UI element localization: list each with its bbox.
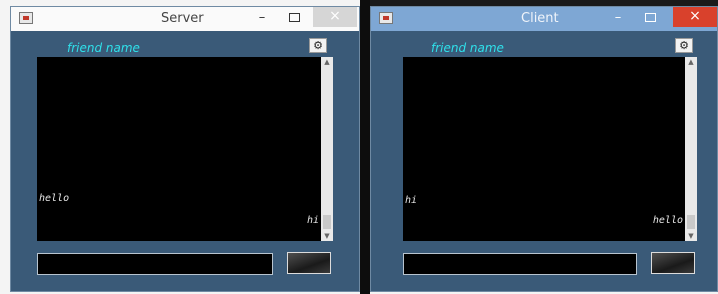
app-icon xyxy=(379,12,393,24)
incoming-message: hello xyxy=(39,193,70,204)
friend-name-label: friend name xyxy=(431,41,504,55)
window-gap xyxy=(360,0,370,294)
incoming-message: hi xyxy=(405,195,418,206)
scroll-up-arrow-icon[interactable]: ▲ xyxy=(685,57,697,67)
window-title: Server xyxy=(161,11,204,26)
scroll-up-arrow-icon[interactable]: ▲ xyxy=(321,57,333,67)
friend-name-label: friend name xyxy=(67,41,140,55)
minimize-button[interactable]: – xyxy=(251,7,273,31)
close-button[interactable]: × xyxy=(673,7,717,27)
scroll-down-arrow-icon[interactable]: ▼ xyxy=(685,231,697,241)
close-button[interactable]: × xyxy=(313,7,357,27)
server-titlebar[interactable]: Server – × xyxy=(11,7,359,31)
message-input[interactable] xyxy=(37,253,273,275)
gear-icon[interactable]: ⚙ xyxy=(309,38,327,53)
window-title: Client xyxy=(521,11,559,26)
outgoing-message: hi xyxy=(306,215,319,226)
server-window: Server – × friend name ⚙ hello hi ▲ ▼ xyxy=(10,6,360,292)
scroll-thumb[interactable] xyxy=(687,215,695,229)
scroll-down-arrow-icon[interactable]: ▼ xyxy=(321,231,333,241)
scroll-thumb[interactable] xyxy=(323,215,331,229)
app-icon xyxy=(19,12,33,24)
send-button[interactable] xyxy=(651,252,695,274)
send-button[interactable] xyxy=(287,252,331,274)
maximize-button[interactable] xyxy=(283,7,305,31)
maximize-icon xyxy=(288,13,300,22)
chat-scrollbar[interactable]: ▲ ▼ xyxy=(685,57,697,241)
client-titlebar[interactable]: Client – × xyxy=(371,7,717,31)
outgoing-message: hello xyxy=(652,215,683,226)
gear-icon[interactable]: ⚙ xyxy=(675,38,693,53)
chat-area: hi hello ▲ ▼ xyxy=(403,57,697,241)
chat-scrollbar[interactable]: ▲ ▼ xyxy=(321,57,333,241)
minimize-button[interactable]: – xyxy=(607,7,629,31)
chat-area: hello hi ▲ ▼ xyxy=(37,57,333,241)
client-window: Client – × friend name ⚙ hi hello ▲ ▼ xyxy=(370,6,718,292)
maximize-icon xyxy=(644,13,656,22)
maximize-button[interactable] xyxy=(639,7,661,31)
message-input[interactable] xyxy=(403,253,637,275)
